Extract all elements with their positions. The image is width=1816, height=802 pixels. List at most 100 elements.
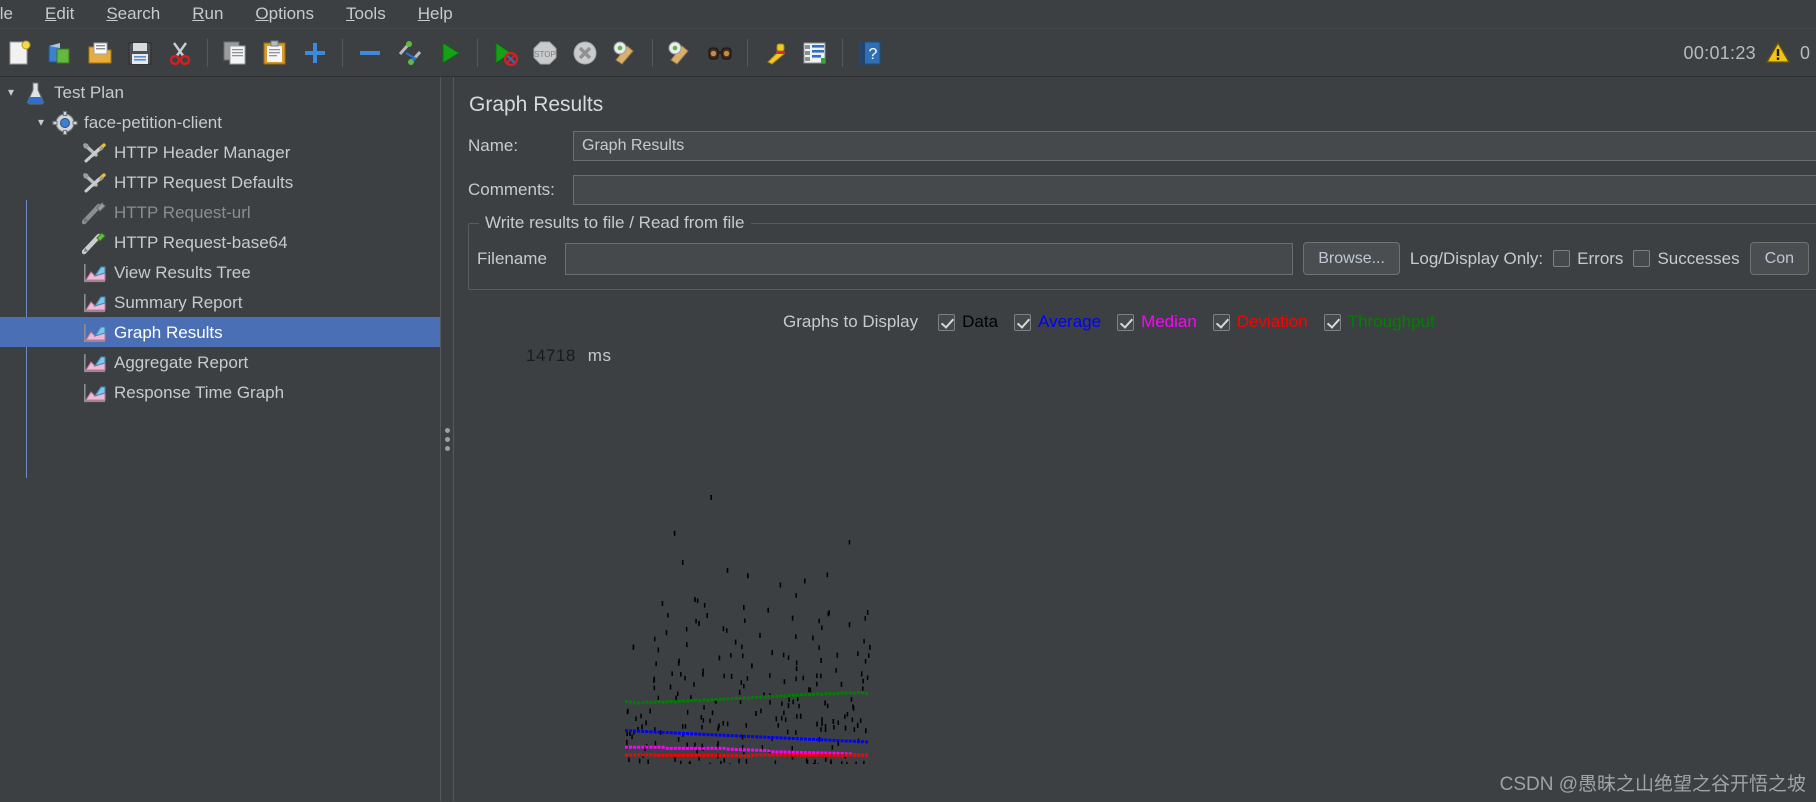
series-average-point [751, 735, 755, 739]
series-throughput-point [856, 691, 860, 695]
filename-row: Filename Browse... Log/Display Only: Err… [477, 242, 1809, 275]
menu-item-edit[interactable]: Edit [29, 2, 90, 26]
menu-item-tools[interactable]: Tools [330, 2, 402, 26]
series-deviation-point [779, 753, 783, 757]
browse-button[interactable]: Browse... [1303, 242, 1400, 275]
successes-checkbox-wrap[interactable]: Successes [1633, 249, 1740, 269]
open-icon[interactable] [80, 33, 120, 73]
tree-item-summary-report[interactable]: Summary Report [0, 287, 440, 317]
series-average-point [673, 731, 677, 735]
help-icon[interactable]: ? [850, 33, 890, 73]
stop-icon[interactable]: STOP [525, 33, 565, 73]
tree-item-http-request-defaults[interactable]: HTTP Request Defaults [0, 167, 440, 197]
series-deviation-point [706, 753, 710, 757]
start-icon[interactable] [430, 33, 470, 73]
function-helper-icon[interactable] [795, 33, 835, 73]
toolbar-separator [207, 38, 208, 67]
series-deviation-point [673, 753, 677, 757]
graph-toggle-deviation[interactable]: Deviation [1212, 312, 1308, 332]
listener-icon [82, 351, 108, 373]
cut-icon[interactable] [160, 33, 200, 73]
tree-item-view-results-tree[interactable]: View Results Tree [0, 257, 440, 287]
tree-item-test-plan[interactable]: ▾ Test Plan [0, 77, 440, 107]
series-deviation-point [649, 753, 653, 757]
warning-triangle-icon[interactable] [1765, 42, 1790, 64]
checkbox-data[interactable] [938, 313, 956, 331]
y-axis-max-value: 14718 [526, 346, 576, 365]
panel-splitter[interactable] [440, 77, 454, 801]
menu-item-help[interactable]: Help [402, 2, 469, 26]
series-average-point [791, 737, 795, 740]
graph-toggle-label-deviation: Deviation [1236, 312, 1308, 331]
tree-item-response-time-graph[interactable]: Response Time Graph [0, 377, 440, 407]
successes-checkbox[interactable] [1633, 250, 1651, 267]
tree-item-face-petition-client[interactable]: ▾ face-petition-client [0, 107, 440, 137]
series-throughput-point [722, 697, 726, 701]
toggle-icon[interactable] [390, 33, 430, 73]
configure-button[interactable]: Con [1749, 242, 1809, 275]
series-throughput-point [832, 692, 836, 696]
collapse-all-icon[interactable] [350, 33, 390, 73]
series-deviation-point [812, 753, 816, 757]
tree-item-http-request-url[interactable]: HTTP Request-url [0, 197, 440, 227]
series-average-point [808, 737, 812, 741]
graph-toggle-throughput[interactable]: Throughput [1323, 312, 1435, 332]
menu-item-options[interactable]: Options [239, 2, 330, 26]
menu-item-ile[interactable]: ile [0, 2, 29, 26]
copy-icon[interactable] [215, 33, 255, 73]
templates-icon[interactable] [40, 33, 80, 73]
comments-input[interactable] [573, 175, 1816, 205]
series-average-point [734, 734, 738, 738]
http-request-icon [82, 231, 108, 255]
filename-input[interactable] [565, 242, 1294, 275]
search-icon[interactable] [700, 33, 740, 73]
tree-item-http-header-manager[interactable]: HTTP Header Manager [0, 137, 440, 167]
graph-results-plot[interactable] [623, 374, 873, 764]
graph-toggle-average[interactable]: Average [1014, 312, 1101, 332]
name-input[interactable] [573, 131, 1816, 161]
clear-icon[interactable] [605, 33, 645, 73]
checkbox-median[interactable] [1117, 313, 1135, 331]
tree-item-aggregate-report[interactable]: Aggregate Report [0, 347, 440, 377]
paste-icon[interactable] [255, 33, 295, 73]
series-throughput-point [734, 696, 738, 700]
series-median-point [743, 748, 746, 752]
chevron-down-icon[interactable]: ▾ [30, 115, 52, 129]
errors-checkbox[interactable] [1553, 250, 1571, 267]
series-throughput-point [820, 692, 824, 696]
clear-all-icon[interactable] [660, 33, 700, 73]
checkbox-throughput[interactable] [1323, 313, 1341, 331]
series-median-point [791, 750, 795, 754]
save-icon[interactable] [120, 33, 160, 73]
series-deviation-point [625, 753, 628, 757]
tree-item-http-request-base64[interactable]: HTTP Request-base64 [0, 227, 440, 257]
checkbox-average[interactable] [1014, 313, 1032, 331]
test-plan-tree[interactable]: ▾ Test Plan ▾ face-petition-client HTTP Head… [0, 77, 440, 801]
menu-item-run[interactable]: Run [176, 2, 239, 26]
series-deviation-point [759, 753, 763, 757]
new-icon[interactable] [0, 33, 40, 73]
series-throughput-point [763, 695, 767, 699]
series-deviation-point [722, 753, 726, 757]
series-average-point [645, 730, 649, 734]
series-deviation-point [698, 753, 702, 757]
start-no-pauses-icon[interactable] [485, 33, 525, 73]
shutdown-icon[interactable] [565, 33, 605, 73]
toolbar-separator [652, 38, 653, 67]
series-throughput-point [795, 693, 799, 697]
reset-search-icon[interactable] [755, 33, 795, 73]
menu-item-search[interactable]: Search [90, 2, 176, 26]
watermark: CSDN @愚昧之山绝望之谷开悟之坡 [1499, 774, 1806, 795]
series-median-point [783, 750, 787, 754]
expand-all-icon[interactable] [295, 33, 335, 73]
graph-toggle-median[interactable]: Median [1117, 312, 1197, 332]
series-average-point [637, 729, 641, 733]
graph-toggle-data[interactable]: Data [938, 312, 998, 332]
checkbox-deviation[interactable] [1212, 313, 1230, 331]
toolbar-status-area: 00:01:23 0 [1684, 29, 1816, 77]
chevron-down-icon[interactable]: ▾ [0, 85, 22, 99]
errors-checkbox-wrap[interactable]: Errors [1553, 249, 1623, 269]
series-median-point [795, 750, 799, 754]
series-median-point [726, 747, 730, 751]
tree-item-graph-results[interactable]: Graph Results [0, 317, 440, 347]
